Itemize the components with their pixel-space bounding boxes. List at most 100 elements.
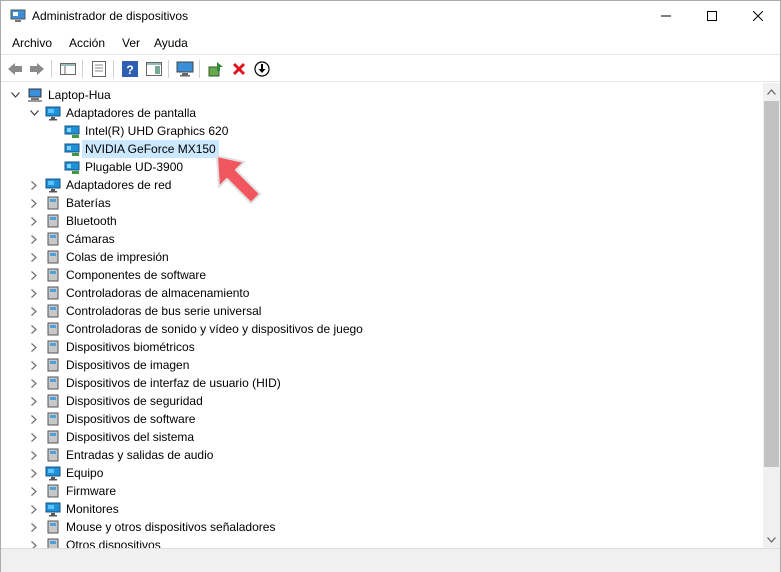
tree-item-nvidia-geforce-mx150[interactable]: NVIDIA GeForce MX150 [2,140,763,158]
generic-icon [45,213,61,229]
tree-item-camaras[interactable]: Cámaras [2,230,763,248]
generic-icon [45,231,61,247]
tree-item-controladoras-de-almacenamiento[interactable]: Controladoras de almacenamiento [2,284,763,302]
tree-expander[interactable] [28,539,40,548]
tree-item-dispositivos-de-software[interactable]: Dispositivos de software [2,410,763,428]
tree-item-colas-de-impresion[interactable]: Colas de impresión [2,248,763,266]
maximize-button[interactable] [689,1,735,31]
tree-root-laptop-hua[interactable]: Laptop-Hua [2,86,763,104]
tree-expander[interactable] [28,287,40,299]
tree-expander[interactable] [28,215,40,227]
tree-item-firmware[interactable]: Firmware [2,482,763,500]
tree-expander[interactable] [28,413,40,425]
chevron-right-icon [31,252,37,262]
svg-text:?: ? [126,63,133,77]
tree-expander[interactable] [28,377,40,389]
tree-item-otros-dispositivos[interactable]: Otros dispositivos [2,536,763,548]
disable-device-button[interactable] [252,59,272,79]
vertical-scrollbar[interactable] [763,83,780,548]
tree-item-label: Controladoras de sonido y vídeo y dispos… [66,322,363,336]
chevron-right-icon [31,288,37,298]
generic-icon [45,447,61,463]
uninstall-device-button[interactable] [229,59,249,79]
tree-item-dispositivos-de-interfaz-de-usuario-hid[interactable]: Dispositivos de interfaz de usuario (HID… [2,374,763,392]
menu-ayuda[interactable]: Ayuda [154,36,188,50]
menu-ver[interactable]: Ver [122,36,140,50]
tree-expander[interactable] [28,251,40,263]
tree-item-label: Baterías [66,196,111,210]
tree-item-baterias[interactable]: Baterías [2,194,763,212]
forward-button[interactable] [27,59,47,79]
tree-item-dispositivos-biometricos[interactable]: Dispositivos biométricos [2,338,763,356]
scan-hardware-button[interactable] [175,59,195,79]
tree-item-label: Otros dispositivos [66,538,161,548]
tree-item-controladoras-de-sonido-y-video-y-dispositivos-de-juego[interactable]: Controladoras de sonido y vídeo y dispos… [2,320,763,338]
tree-item-controladoras-de-bus-serie-universal[interactable]: Controladoras de bus serie universal [2,302,763,320]
tree-expander[interactable] [28,341,40,353]
tree-expander[interactable] [28,269,40,281]
toolbar-separator [168,60,169,78]
toolbar-separator [113,60,114,78]
tree-expander[interactable] [9,89,21,101]
tree-item-componentes-de-software[interactable]: Componentes de software [2,266,763,284]
tree-expander[interactable] [28,323,40,335]
tree-expander[interactable] [28,197,40,209]
chevron-right-icon [31,378,37,388]
tree-expander[interactable] [28,107,40,119]
tree-expander[interactable] [28,233,40,245]
tree-item-monitores[interactable]: Monitores [2,500,763,518]
scrollbar-thumb[interactable] [764,101,779,467]
tree-expander[interactable] [28,503,40,515]
tree-expander[interactable] [28,431,40,443]
tree-expander[interactable] [28,467,40,479]
scroll-up-button[interactable] [763,83,780,100]
chevron-right-icon [31,540,37,548]
tree-item-label: Cámaras [66,232,115,246]
tree-item-equipo[interactable]: Equipo [2,464,763,482]
tree-item-dispositivos-de-seguridad[interactable]: Dispositivos de seguridad [2,392,763,410]
show-hide-console-tree-button[interactable] [58,59,78,79]
display-icon [45,177,61,193]
tree-item-adaptadores-de-red[interactable]: Adaptadores de red [2,176,763,194]
tree-expander[interactable] [28,305,40,317]
back-button[interactable] [5,59,25,79]
tree-expander[interactable] [28,449,40,461]
generic-icon [45,537,61,548]
tree-item-intel-r-uhd-graphics-620[interactable]: Intel(R) UHD Graphics 620 [2,122,763,140]
minimize-button[interactable] [643,1,689,31]
help-button[interactable]: ? [120,59,140,79]
arrow-right-icon [30,63,44,75]
tree-item-label: Colas de impresión [66,250,169,264]
generic-icon [45,303,61,319]
chevron-right-icon [31,270,37,280]
chevron-right-icon [31,450,37,460]
scroll-down-button[interactable] [763,531,780,548]
tree-expander[interactable] [28,395,40,407]
tree-expander[interactable] [28,521,40,533]
chevron-right-icon [31,306,37,316]
tree-item-bluetooth[interactable]: Bluetooth [2,212,763,230]
menu-accion[interactable]: Acción [69,36,105,50]
action-pane-button[interactable] [144,59,164,79]
tree-item-dispositivos-de-imagen[interactable]: Dispositivos de imagen [2,356,763,374]
tree-expander[interactable] [28,179,40,191]
device-tree[interactable]: Laptop-Hua Adaptadores de pantalla Intel(R… [2,83,763,548]
tree-item-label: Dispositivos de seguridad [66,394,203,408]
tree-item-dispositivos-del-sistema[interactable]: Dispositivos del sistema [2,428,763,446]
chevron-right-icon [31,396,37,406]
menu-archivo[interactable]: Archivo [12,36,52,50]
tree-item-adaptadores-de-pantalla[interactable]: Adaptadores de pantalla [2,104,763,122]
tree-expander[interactable] [28,485,40,497]
close-button[interactable] [735,1,781,31]
toolbar-separator [199,60,200,78]
tree-item-mouse-y-otros-dispositivos-senaladores[interactable]: Mouse y otros dispositivos señaladores [2,518,763,536]
tree-item-entradas-y-salidas-de-audio[interactable]: Entradas y salidas de audio [2,446,763,464]
tree-expander[interactable] [28,359,40,371]
properties-button[interactable] [89,59,109,79]
tree-item-plugable-ud-3900[interactable]: Plugable UD-3900 [2,158,763,176]
maximize-icon [707,11,717,21]
update-driver-button[interactable] [206,59,226,79]
title-bar[interactable]: Administrador de dispositivos [1,1,780,31]
tree-item-label: Componentes de software [66,268,207,282]
minimize-icon [661,15,671,17]
